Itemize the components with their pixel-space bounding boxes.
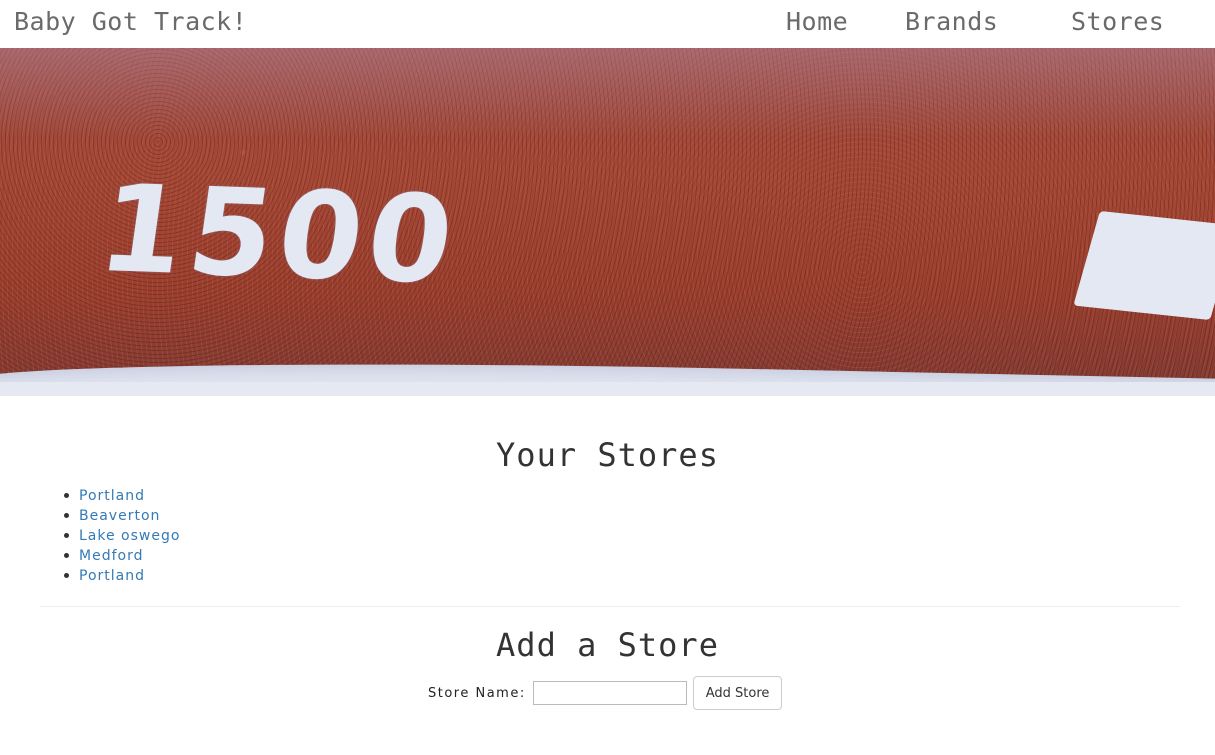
list-item: Lake oswego (63, 527, 180, 547)
store-link-beaverton[interactable]: Beaverton (79, 508, 160, 524)
hero-bottom-line (0, 382, 1215, 396)
hero-glow (0, 48, 1215, 138)
brand-link[interactable]: Baby Got Track! (14, 7, 247, 36)
store-link-portland-2[interactable]: Portland (79, 568, 145, 584)
store-link-portland[interactable]: Portland (79, 488, 145, 504)
hero-image: 1500 (0, 48, 1215, 396)
store-link-lake-oswego[interactable]: Lake oswego (79, 528, 180, 544)
list-item: Beaverton (63, 507, 180, 527)
nav-home-link[interactable]: Home (786, 7, 848, 36)
store-list: Portland Beaverton Lake oswego Medford P… (63, 487, 180, 587)
add-store-form: Store Name: Add Store (428, 676, 783, 710)
add-store-title: Add a Store (496, 626, 719, 664)
navbar: Baby Got Track! Home Brands Stores (0, 0, 1215, 48)
store-name-label: Store Name: (428, 685, 526, 701)
section-divider (40, 606, 1180, 607)
list-item: Portland (63, 567, 180, 587)
list-item: Medford (63, 547, 180, 567)
list-item: Portland (63, 487, 180, 507)
add-store-button[interactable]: Add Store (692, 676, 783, 710)
store-name-input[interactable] (532, 681, 687, 705)
store-link-medford[interactable]: Medford (79, 548, 143, 564)
nav-brands-link[interactable]: Brands (905, 7, 998, 36)
hero-lane-mark (1073, 210, 1215, 321)
nav-stores-link[interactable]: Stores (1071, 7, 1164, 36)
your-stores-title: Your Stores (496, 436, 719, 474)
hero-track-number: 1500 (91, 159, 467, 312)
